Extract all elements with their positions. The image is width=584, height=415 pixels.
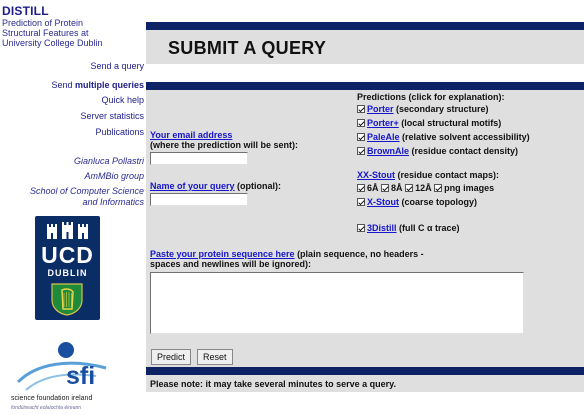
sfi-logo-text: sfi [66,362,96,390]
prediction-option-3distill[interactable]: 3Distill (full C α trace) [357,223,460,233]
3distill-desc: (full C α trace) [396,223,460,233]
3distill-link[interactable]: 3Distill [367,223,397,233]
sidebar: DISTILL Prediction of Protein Structural… [0,0,146,415]
map-12a-label: 12Å [415,183,432,193]
query-name-hint: (optional): [234,181,282,191]
school-name-cont[interactable]: and Informatics [82,197,144,208]
ucd-logo-text: UCD [41,242,94,268]
nav-quick-help[interactable]: Quick help [101,95,144,105]
ucd-logo-subtext: DUBLIN [47,268,88,278]
xxstout-label: XX-Stout (residue contact maps): [357,170,499,180]
xxstout-desc: (residue contact maps): [395,170,500,180]
porter-desc: (secondary structure) [393,104,489,114]
xxstout-link[interactable]: XX-Stout [357,170,395,180]
brownale-desc: (residue contact density) [409,146,519,156]
porter-checkbox[interactable] [357,105,365,113]
map-6a-checkbox[interactable] [357,184,365,192]
query-name-label: Name of your query (optional): [150,181,281,191]
site-brand[interactable]: DISTILL [2,4,49,18]
castles-icon [47,222,88,239]
reset-button[interactable]: Reset [197,349,233,365]
prediction-option-brownale[interactable]: BrownAle (residue contact density) [357,146,518,156]
sfi-logo-subtext: science foundation ireland [11,395,93,402]
note-top-bar [146,367,584,375]
sequence-label: Paste your protein sequence here (plain … [150,249,440,269]
porterplus-checkbox[interactable] [357,119,365,127]
map-12a-checkbox[interactable] [405,184,414,192]
nav-quick-help-link[interactable]: Quick help [101,95,144,105]
nav-send-query[interactable]: Send a query [90,61,144,71]
contact-map-options: 6Å 8Å 12Å png images [357,183,494,193]
nav-server-statistics-link[interactable]: Server statistics [80,111,144,121]
porterplus-desc: (local structural motifs) [398,118,502,128]
sfi-logo-irish: fondúireacht eolaíochta éireann [11,405,82,411]
processing-note: Please note: it may take several minutes… [150,379,396,389]
nav-send-multiple-prefix[interactable]: Send [51,80,75,90]
email-field[interactable] [150,152,248,165]
nav-publications-link[interactable]: Publications [95,127,144,137]
harp-shield-icon [51,283,83,316]
page-title: SUBMIT A QUERY [168,38,327,58]
sfi-logo[interactable]: sfi science foundation ireland fondúirea… [8,338,128,415]
xstout-checkbox[interactable] [357,198,365,206]
nav-send-multiple[interactable]: Send multiple queries [51,80,144,90]
group-name[interactable]: AmMBio group [84,171,144,182]
email-hint: (where the prediction will be sent): [150,140,299,150]
email-label: Your email address (where the prediction… [150,130,298,150]
xstout-desc: (coarse topology) [399,197,478,207]
sequence-textarea[interactable] [150,272,524,334]
sequence-help-link[interactable]: Paste your protein sequence here [150,249,295,259]
xstout-link[interactable]: X-Stout [367,197,399,207]
email-help-link[interactable]: Your email address [150,130,232,140]
prediction-option-porterplus[interactable]: Porter+ (local structural motifs) [357,118,501,128]
3distill-checkbox[interactable] [357,224,365,232]
form-top-bar [146,82,584,90]
map-8a-label: 8Å [391,183,403,193]
paleale-checkbox[interactable] [357,133,365,141]
png-images-checkbox[interactable] [434,184,443,192]
nav-publications[interactable]: Publications [95,127,144,137]
paleale-desc: (relative solvent accessibility) [399,132,530,142]
main-content: SUBMIT A QUERY Your email address (where… [146,0,584,415]
prediction-option-porter[interactable]: Porter (secondary structure) [357,104,489,114]
site-subtitle: Prediction of Protein Structural Feature… [2,18,103,48]
porterplus-link[interactable]: Porter+ [367,118,399,128]
prediction-option-xstout[interactable]: X-Stout (coarse topology) [357,197,477,207]
predict-button[interactable]: Predict [151,349,192,365]
paleale-link[interactable]: PaleAle [367,132,400,142]
brownale-link[interactable]: BrownAle [367,146,409,156]
prediction-option-paleale[interactable]: PaleAle (relative solvent accessibility) [357,132,530,142]
map-6a-label: 6Å [367,183,379,193]
author-name[interactable]: Gianluca Pollastri [74,156,144,167]
png-images-label: png images [444,183,495,193]
porter-link[interactable]: Porter [367,104,394,114]
query-name-field[interactable] [150,193,248,206]
map-8a-checkbox[interactable] [381,184,390,192]
predictions-header: Predictions (click for explanation): [357,92,505,102]
nav-send-query-link[interactable]: Send a query [90,61,144,71]
nav-server-statistics[interactable]: Server statistics [80,111,144,121]
school-name[interactable]: School of Computer Science [30,186,144,197]
nav-send-multiple-bold[interactable]: multiple queries [75,80,144,90]
top-bar [146,22,584,30]
ucd-logo[interactable]: UCD DUBLIN [35,216,100,320]
query-name-help-link[interactable]: Name of your query [150,181,235,191]
brownale-checkbox[interactable] [357,147,365,155]
